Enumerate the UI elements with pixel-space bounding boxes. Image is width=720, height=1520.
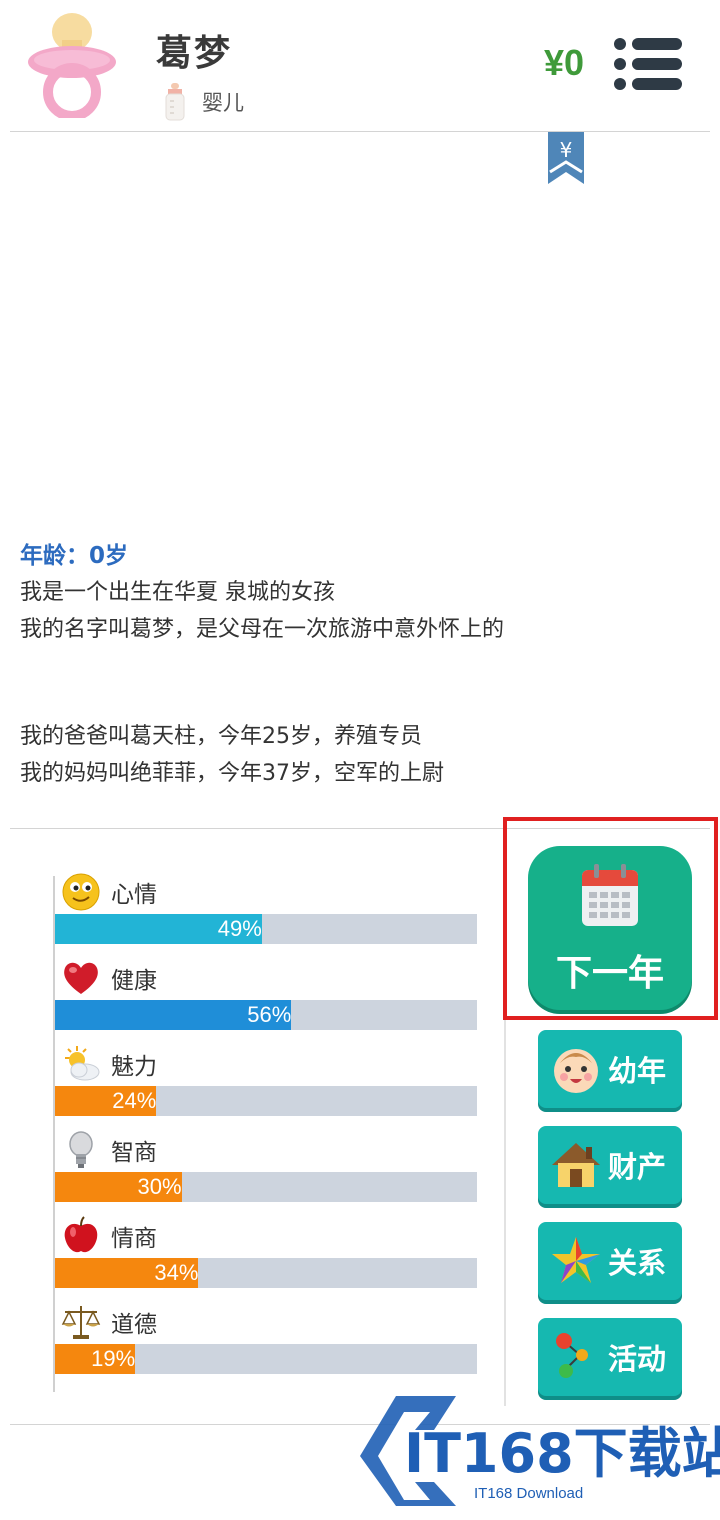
life-stage: 婴儿 (164, 82, 244, 122)
svg-text:IT168下载站: IT168下载站 (404, 1422, 720, 1485)
next-year-button[interactable]: 下一年 (528, 846, 692, 1010)
top-bar: 葛梦 婴儿 ¥0 (0, 0, 720, 132)
stat-percent: 30% (137, 1174, 182, 1199)
svg-text:¥: ¥ (560, 138, 573, 162)
stat-label: 魅力 (111, 1054, 157, 1080)
baby-face-icon (554, 1049, 598, 1093)
stat-bar-fill: 24% (55, 1086, 157, 1116)
life-stage-label: 婴儿 (202, 91, 244, 115)
stat-percent: 24% (112, 1088, 157, 1113)
stat-bar-track: 30% (55, 1172, 477, 1202)
stat-percent: 19% (91, 1346, 136, 1371)
stat-label: 健康 (111, 968, 157, 994)
money-bookmark-icon[interactable]: ¥ (548, 132, 584, 184)
story-log: 年龄：0岁 我是一个出生在华夏 泉城的女孩 我的名字叫葛梦，是父母在一次旅游中意… (20, 538, 700, 792)
next-year-label: 下一年 (555, 953, 664, 994)
story-line: 我是一个出生在华夏 泉城的女孩 (20, 580, 335, 605)
stat-percent: 34% (154, 1260, 199, 1285)
childhood-button[interactable]: 幼年 (538, 1030, 682, 1108)
stat-label: 智商 (111, 1140, 157, 1166)
sun-cloud-icon (65, 1046, 100, 1081)
stat-bar-track: 24% (55, 1086, 477, 1116)
stat-bar-fill: 30% (55, 1172, 182, 1202)
stat-bar-fill: 49% (55, 914, 262, 944)
stat-bar-track: 56% (55, 1000, 477, 1030)
stat-label: 情商 (111, 1226, 157, 1252)
activity-label: 活动 (608, 1342, 667, 1376)
relationship-button[interactable]: 关系 (538, 1222, 682, 1300)
player-name: 葛梦 (156, 33, 233, 74)
it168-watermark-logo: IT168下载站 IT168 Download (360, 1396, 720, 1506)
stat-bar-fill: 56% (55, 1000, 292, 1030)
childhood-label: 幼年 (608, 1054, 667, 1088)
heart-icon (64, 962, 98, 994)
header-divider (10, 131, 710, 132)
calendar-icon (582, 864, 638, 926)
stat-percent: 49% (217, 916, 262, 941)
activity-button[interactable]: 活动 (538, 1318, 682, 1396)
story-line: 我的爸爸叫葛天柱，今年25岁，养殖专员 (20, 724, 422, 749)
story-line: 我的名字叫葛梦，是父母在一次旅游中意外怀上的 (20, 617, 505, 642)
menu-icon[interactable] (612, 36, 684, 92)
stat-bar-fill: 19% (55, 1344, 136, 1374)
stat-label: 心情 (111, 882, 157, 908)
stats-axis (53, 876, 55, 1392)
house-icon (552, 1143, 600, 1187)
relationship-label: 关系 (608, 1246, 667, 1280)
property-button[interactable]: 财产 (538, 1126, 682, 1204)
scales-icon (61, 1306, 101, 1339)
stat-bar-track: 49% (55, 914, 477, 944)
property-label: 财产 (608, 1150, 667, 1184)
star-icon (552, 1237, 600, 1283)
stat-bar-fill: 34% (55, 1258, 199, 1288)
baby-bottle-icon (165, 83, 185, 121)
age-line: 年龄：0岁 (20, 543, 129, 569)
story-line: 我的妈妈叫绝菲菲，今年37岁，空军的上尉 (20, 761, 444, 786)
stat-percent: 56% (247, 1002, 292, 1027)
stat-bar-track: 19% (55, 1344, 477, 1374)
apple-icon (64, 1216, 98, 1253)
smiley-icon (62, 873, 100, 911)
pacifier-icon (28, 13, 116, 118)
money-balance: ¥0 (544, 42, 585, 83)
activity-icon (556, 1333, 588, 1378)
lightbulb-icon (69, 1131, 93, 1168)
stat-label: 道德 (111, 1312, 157, 1338)
stat-bar-track: 34% (55, 1258, 477, 1288)
svg-text:IT168 Download: IT168 Download (474, 1485, 583, 1502)
